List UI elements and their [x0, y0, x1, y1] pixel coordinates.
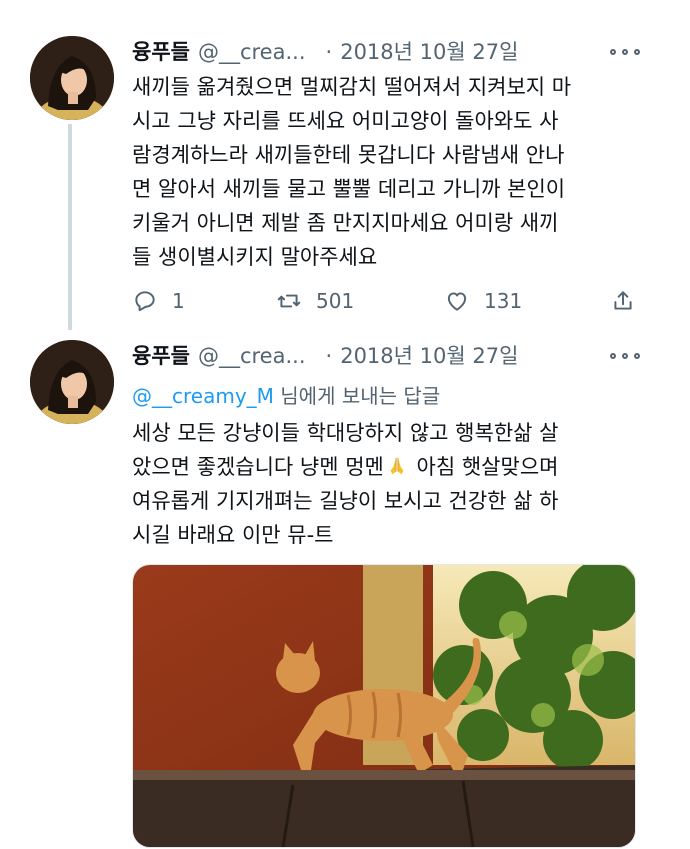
- cat-photo-image: [133, 565, 635, 847]
- tweet-text-line: 키울거 아니면 제발 좀 만지지마세요 어미랑 새끼: [132, 211, 559, 235]
- more-options-icon[interactable]: [610, 42, 640, 62]
- tweet-text-line: 들 생이별시키지 말아주세요: [132, 245, 378, 269]
- like-count: 131: [484, 289, 523, 313]
- separator-dot: ·: [325, 344, 333, 368]
- tweet-text-line: 시고 그냥 자리를 뜨세요 어미고양이 돌아와도 사: [132, 109, 559, 133]
- tweet-text-line: 았으면 좋겠습니다 냥멘 멍멘 아침 햇살맞으며: [132, 450, 652, 484]
- share-button[interactable]: [610, 284, 650, 318]
- tweet-text: 새끼들 옮겨줬으면 멀찌감치 떨어져서 지켜보지 마 시고 그냥 자리를 뜨세요…: [132, 70, 652, 274]
- share-icon: [614, 291, 632, 310]
- tweet-header: 융푸들 @__crea... · 2018년 10월 27일: [132, 36, 518, 66]
- user-handle[interactable]: @__crea...: [198, 344, 306, 368]
- tweet-text-line: 세상 모든 강냥이들 학대당하지 않고 행복한삶 살: [132, 421, 559, 445]
- tweet-text-fragment: 아침 햇살맞으며: [409, 455, 559, 479]
- heart-icon: [447, 292, 467, 311]
- like-button[interactable]: 131: [444, 284, 522, 318]
- tweet-photo[interactable]: [132, 564, 636, 848]
- display-name[interactable]: 융푸들: [132, 36, 190, 66]
- tweet-actions: 1 501 131: [132, 284, 642, 318]
- reply-to-label: 님에게 보내는 답글: [273, 384, 441, 408]
- tweet-text-fragment: 았으면 좋겠습니다 냥멘 멍멘: [132, 455, 384, 479]
- tweet-header: 융푸들 @__crea... · 2018년 10월 27일: [132, 340, 518, 370]
- tweet-date[interactable]: 2018년 10월 27일: [340, 340, 518, 370]
- display-name[interactable]: 융푸들: [132, 340, 190, 370]
- tweet-text-line: 람경계하느라 새끼들한테 못갑니다 사람냄새 안나: [132, 143, 565, 167]
- thread-connector-line: [68, 124, 72, 330]
- reply-to-mention-link[interactable]: @__creamy_M: [132, 384, 274, 408]
- replying-to: @__creamy_M 님에게 보내는 답글: [132, 380, 440, 409]
- tweet-text: 세상 모든 강냥이들 학대당하지 않고 행복한삶 살 았으면 좋겠습니다 냥멘 …: [132, 416, 652, 552]
- tweet-text-line: 면 알아서 새끼들 물고 뿔뿔 데리고 가니까 본인이: [132, 177, 566, 201]
- tweet-text-line: 시길 바래요 이만 뮤-트: [132, 523, 334, 547]
- retweet-icon: [277, 294, 301, 308]
- avatar[interactable]: [30, 340, 114, 424]
- reply-icon: [135, 291, 155, 312]
- reply-button[interactable]: 1: [132, 284, 185, 318]
- tweet-text-line: 여유롭게 기지개펴는 길냥이 보시고 건강한 삶 하: [132, 489, 559, 513]
- more-options-icon[interactable]: [610, 346, 640, 366]
- retweet-button[interactable]: 501: [276, 284, 354, 318]
- user-handle[interactable]: @__crea...: [198, 40, 306, 64]
- retweet-count: 501: [316, 289, 355, 313]
- reply-count: 1: [172, 289, 185, 313]
- separator-dot: ·: [325, 40, 333, 64]
- avatar[interactable]: [30, 36, 114, 120]
- tweet-text-line: 새끼들 옮겨줬으면 멀찌감치 떨어져서 지켜보지 마: [132, 75, 572, 99]
- folded-hands-icon: [390, 457, 404, 475]
- tweet-date[interactable]: 2018년 10월 27일: [340, 36, 518, 66]
